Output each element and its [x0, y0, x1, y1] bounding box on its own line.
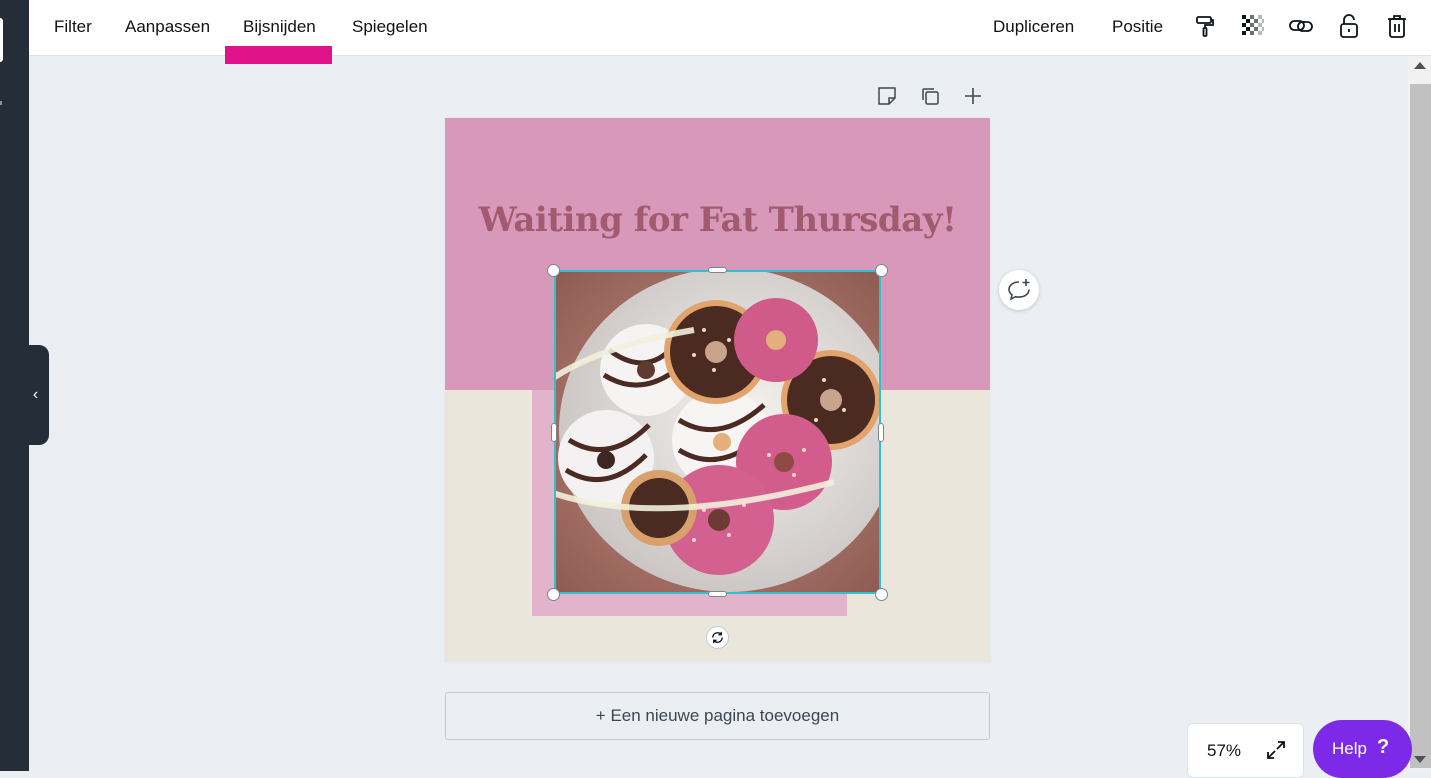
tab-aanpassen[interactable]: Aanpassen — [125, 0, 210, 55]
zoom-percentage[interactable]: 57% — [1207, 741, 1241, 761]
help-label: Help — [1332, 739, 1367, 758]
note-icon[interactable] — [875, 84, 899, 108]
resize-handle-right[interactable] — [878, 423, 884, 442]
paint-roller-icon[interactable] — [1191, 12, 1219, 40]
design-title-text[interactable]: Waiting for Fat Thursday! — [445, 200, 990, 240]
transparency-icon[interactable] — [1239, 12, 1267, 40]
add-page-plus-icon[interactable] — [961, 84, 985, 108]
link-icon[interactable] — [1287, 12, 1315, 40]
lock-icon[interactable] — [1335, 12, 1363, 40]
sidebar-dot — [0, 101, 2, 105]
duplicate-button[interactable]: Dupliceren — [993, 0, 1074, 55]
scroll-down-arrow-icon[interactable] — [1414, 756, 1426, 763]
resize-handle-top-left[interactable] — [547, 264, 560, 277]
resize-handle-bottom-left[interactable] — [547, 588, 560, 601]
scroll-up-arrow-icon[interactable] — [1414, 62, 1426, 69]
resize-handle-left[interactable] — [551, 423, 557, 442]
question-mark-icon: ? — [1377, 736, 1390, 758]
scrollbar-thumb[interactable] — [1410, 84, 1431, 768]
help-button[interactable]: Help ? — [1313, 720, 1412, 778]
active-tab-indicator — [225, 46, 332, 64]
sidebar-active-indicator — [0, 18, 3, 62]
zoom-control: 57% — [1187, 723, 1304, 778]
resize-handle-bottom[interactable] — [708, 591, 727, 597]
collapse-sidebar-button[interactable]: ‹ — [22, 345, 49, 445]
donut-photo[interactable] — [554, 270, 881, 594]
vertical-scrollbar[interactable] — [1408, 56, 1431, 771]
fullscreen-expand-icon[interactable] — [1264, 738, 1288, 762]
position-button[interactable]: Positie — [1112, 0, 1163, 55]
resize-handle-bottom-right[interactable] — [875, 588, 888, 601]
resize-handle-top[interactable] — [708, 267, 727, 273]
duplicate-page-icon[interactable] — [918, 84, 942, 108]
tab-spiegelen[interactable]: Spiegelen — [352, 0, 428, 55]
rotate-handle-icon[interactable] — [706, 626, 729, 649]
add-new-page-button[interactable]: + Een nieuwe pagina toevoegen — [445, 692, 990, 740]
tab-filter[interactable]: Filter — [54, 0, 92, 55]
add-comment-icon[interactable] — [999, 270, 1039, 310]
resize-handle-top-right[interactable] — [875, 264, 888, 277]
trash-icon[interactable] — [1383, 12, 1411, 40]
